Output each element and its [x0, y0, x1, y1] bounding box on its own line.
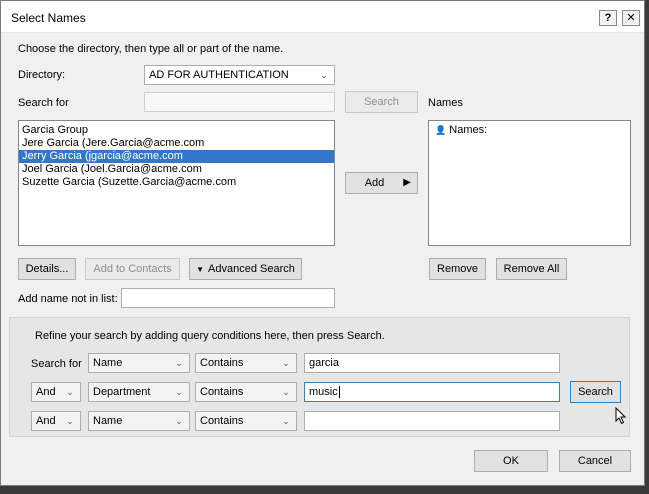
close-button[interactable]: ✕ — [622, 10, 640, 26]
remove-button[interactable]: Remove — [429, 258, 486, 280]
chevron-down-icon: ⌄ — [175, 387, 183, 397]
contact-icon: 👤 — [435, 125, 447, 135]
selected-names-list[interactable]: 👤 Names: — [428, 120, 631, 246]
row1-prefix: Search for — [31, 358, 82, 370]
directory-value: AD FOR AUTHENTICATION — [149, 69, 289, 81]
cancel-button[interactable]: Cancel — [559, 450, 631, 472]
select-names-dialog: Select Names ? ✕ Choose the directory, t… — [0, 0, 645, 486]
search-for-label: Search for — [18, 97, 69, 109]
chevron-down-icon: ⌄ — [175, 358, 183, 368]
chevron-down-icon: ⌄ — [175, 416, 183, 426]
help-button[interactable]: ? — [599, 10, 617, 26]
directory-label: Directory: — [18, 69, 66, 81]
remove-all-button[interactable]: Remove All — [496, 258, 567, 280]
row1-value-input[interactable]: garcia — [304, 353, 560, 373]
chevron-down-icon: ⌄ — [282, 387, 290, 397]
mouse-cursor-icon — [615, 407, 627, 425]
triangle-down-icon: ▼ — [196, 265, 205, 274]
details-button[interactable]: Details... — [18, 258, 76, 280]
row3-prefix-select[interactable]: And ⌄ — [31, 411, 81, 431]
advanced-search-button[interactable]: ▼ Advanced Search — [189, 258, 302, 280]
ok-button[interactable]: OK — [474, 450, 548, 472]
add-name-input[interactable] — [121, 288, 335, 308]
add-button[interactable]: Add ▶ — [345, 172, 418, 194]
result-item[interactable]: Jere Garcia (Jere.Garcia@acme.com — [19, 137, 334, 150]
directory-select[interactable]: AD FOR AUTHENTICATION ⌄ — [144, 65, 335, 85]
result-item[interactable]: Jerry Garcia (jgarcia@acme.com — [19, 150, 334, 163]
refine-instruction: Refine your search by adding query condi… — [35, 330, 385, 342]
results-list[interactable]: Garcia Group Jere Garcia (Jere.Garcia@acm… — [18, 120, 335, 246]
add-to-contacts-button[interactable]: Add to Contacts — [85, 258, 180, 280]
chevron-down-icon: ⌄ — [282, 416, 290, 426]
result-item[interactable]: Joel Garcia (Joel.Garcia@acme.com — [19, 163, 334, 176]
chevron-down-icon: ⌄ — [66, 387, 74, 397]
result-item[interactable]: Suzette Garcia (Suzette.Garcia@acme.com — [19, 176, 334, 189]
chevron-down-icon: ⌄ — [282, 358, 290, 368]
search-button[interactable]: Search — [345, 91, 418, 113]
search-input[interactable] — [144, 92, 335, 112]
row1-operator-select[interactable]: Contains ⌄ — [195, 353, 297, 373]
names-label: Names — [428, 97, 463, 109]
refine-search-button[interactable]: Search — [570, 381, 621, 403]
chevron-down-icon: ⌄ — [320, 70, 328, 80]
row1-field-select[interactable]: Name ⌄ — [88, 353, 190, 373]
arrow-right-icon: ▶ — [403, 177, 411, 188]
window-title: Select Names — [11, 11, 86, 25]
row3-operator-select[interactable]: Contains ⌄ — [195, 411, 297, 431]
refine-search-panel: Refine your search by adding query condi… — [9, 317, 630, 437]
row2-prefix-select[interactable]: And ⌄ — [31, 382, 81, 402]
names-header: Names: — [449, 124, 488, 136]
instruction-text: Choose the directory, then type all or p… — [18, 43, 284, 55]
row2-operator-select[interactable]: Contains ⌄ — [195, 382, 297, 402]
title-bar: Select Names ? ✕ — [1, 1, 644, 33]
result-item[interactable]: Garcia Group — [19, 124, 334, 137]
row2-field-select[interactable]: Department ⌄ — [88, 382, 190, 402]
add-name-label: Add name not in list: — [18, 293, 118, 305]
chevron-down-icon: ⌄ — [66, 416, 74, 426]
row3-value-input[interactable] — [304, 411, 560, 431]
row2-value-input[interactable]: music — [304, 382, 560, 402]
row3-field-select[interactable]: Name ⌄ — [88, 411, 190, 431]
